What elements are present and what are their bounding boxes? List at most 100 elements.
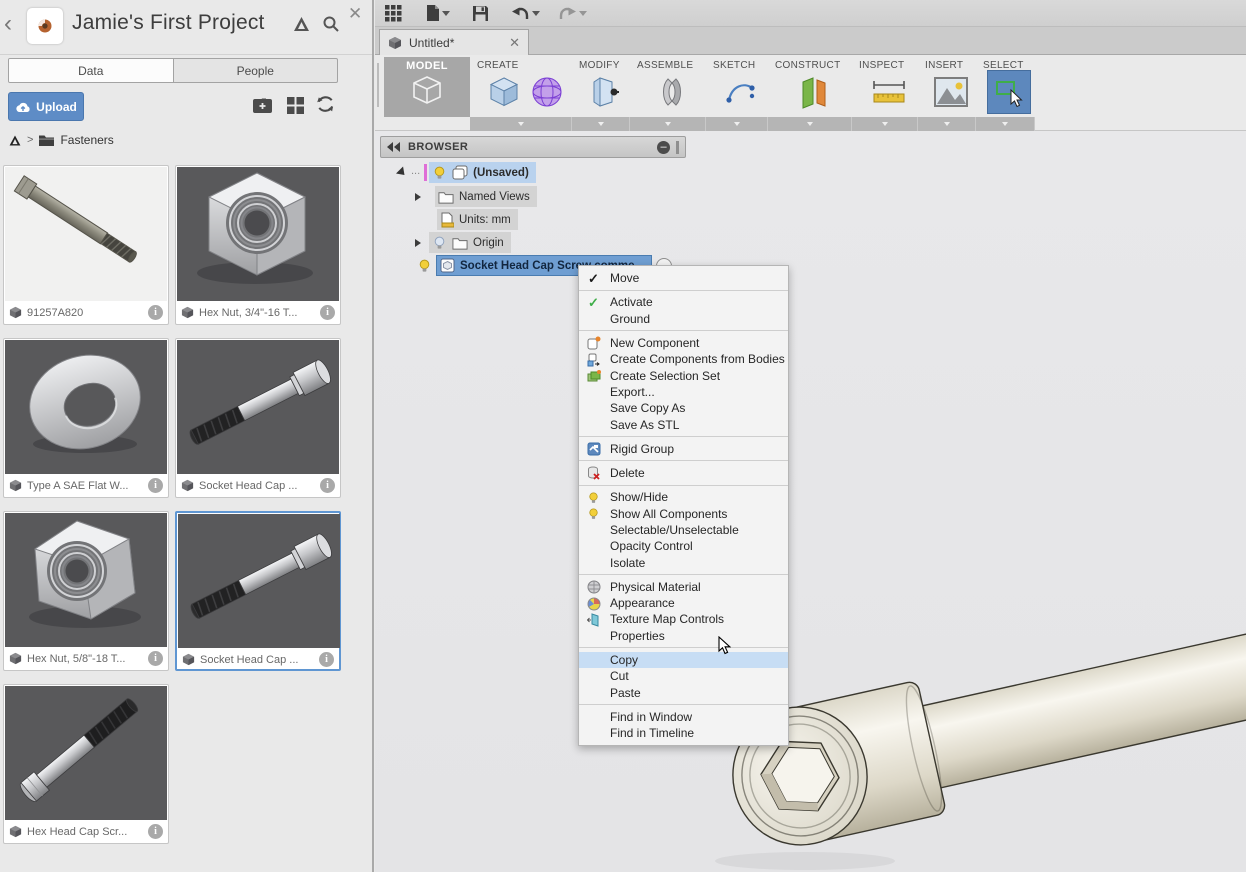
select-dropdown[interactable] (976, 117, 1035, 131)
asset-card-91257A820[interactable]: 91257A820 i (3, 165, 169, 325)
menu-item-ground[interactable]: Ground (579, 311, 788, 327)
menu-item-opacity-control[interactable]: Opacity Control (579, 538, 788, 554)
menu-item-copy[interactable]: Copy (579, 652, 788, 668)
autodesk-a-mark-icon[interactable] (292, 15, 311, 33)
collapsed-triangle-icon[interactable] (415, 193, 421, 201)
refresh-icon[interactable] (315, 94, 336, 115)
menu-item-export[interactable]: Export... (579, 384, 788, 400)
menu-item-save-as-stl[interactable]: Save As STL (579, 416, 788, 432)
named-views-chip[interactable]: Named Views (435, 186, 537, 207)
asset-card-socket-head-1[interactable]: Socket Head Cap ... i (175, 338, 341, 498)
browser-row-units[interactable]: Units: mm (437, 209, 518, 230)
sketch-spline-icon[interactable] (724, 76, 758, 108)
info-icon[interactable]: i (148, 651, 163, 666)
menu-item-rigid-group[interactable]: Rigid Group (579, 441, 788, 457)
measure-icon[interactable] (870, 77, 908, 107)
menu-item-appearance[interactable]: Appearance (579, 595, 788, 611)
browser-grip-handle[interactable] (676, 141, 679, 154)
workspace-switcher-model[interactable]: MODEL (384, 57, 470, 117)
menu-item-show-hide[interactable]: Show/Hide (579, 489, 788, 505)
modify-dropdown[interactable] (572, 117, 630, 131)
menu-item-new-component[interactable]: New Component (579, 335, 788, 351)
construct-dropdown[interactable] (768, 117, 852, 131)
create-sphere-icon[interactable] (530, 75, 564, 109)
card-label-bar: Hex Nut, 3/4"-16 T... i (176, 302, 340, 323)
info-icon[interactable]: i (148, 305, 163, 320)
document-tab-untitled[interactable]: Untitled* ✕ (379, 29, 529, 55)
menu-item-create-selection-set[interactable]: Create Selection Set (579, 367, 788, 383)
collapse-left-icon[interactable] (387, 142, 400, 152)
menu-item-isolate[interactable]: Isolate (579, 554, 788, 570)
sketch-dropdown[interactable] (706, 117, 768, 131)
menu-item-activate[interactable]: ✓ Activate (579, 294, 788, 310)
insert-image-icon[interactable] (933, 76, 969, 108)
browser-panel-header[interactable]: BROWSER – (380, 136, 686, 158)
lightbulb-off-icon[interactable] (432, 235, 447, 251)
browser-row-named-views[interactable]: Named Views (415, 186, 537, 207)
joint-icon[interactable] (654, 75, 690, 109)
grid-view-icon[interactable] (285, 95, 306, 116)
assemble-dropdown[interactable] (630, 117, 706, 131)
lightbulb-icon[interactable] (417, 258, 432, 274)
folder-icon[interactable] (38, 133, 55, 147)
browser-row-origin[interactable]: Origin (415, 232, 511, 253)
redo-button[interactable] (558, 6, 587, 21)
create-dropdown[interactable] (470, 117, 572, 131)
menu-item-selectable-unselectable[interactable]: Selectable/Unselectable (579, 522, 788, 538)
asset-card-flat-washer[interactable]: Type A SAE Flat W... i (3, 338, 169, 498)
component-cube-icon (181, 479, 194, 492)
file-menu[interactable] (426, 4, 450, 22)
panel-close-icon[interactable]: ✕ (348, 4, 362, 24)
menu-item-create-components-from-bodies[interactable]: Create Components from Bodies (579, 351, 788, 367)
select-tool-active[interactable] (987, 70, 1031, 114)
component-cube-icon (181, 306, 194, 319)
root-chip[interactable]: (Unsaved) (429, 162, 536, 183)
browser-collapse-icon[interactable]: – (657, 141, 670, 154)
back-chevron-icon[interactable]: ‹ (4, 12, 12, 36)
construct-plane-icon[interactable] (797, 74, 831, 110)
asset-card-hex-nut-34[interactable]: Hex Nut, 3/4"-16 T... i (175, 165, 341, 325)
menu-item-properties[interactable]: Properties (579, 628, 788, 644)
create-box-icon[interactable] (486, 74, 522, 110)
collapsed-triangle-icon[interactable] (415, 239, 421, 247)
undo-button[interactable] (511, 6, 540, 21)
menu-item-physical-material[interactable]: Physical Material (579, 579, 788, 595)
asset-card-socket-head-2-selected[interactable]: Socket Head Cap ... i (175, 511, 341, 671)
tab-data[interactable]: Data (9, 59, 173, 82)
folder-icon (438, 190, 454, 204)
menu-item-move[interactable]: ✓ Move (579, 270, 788, 286)
upload-button[interactable]: Upload (8, 92, 84, 121)
search-icon[interactable] (322, 15, 340, 33)
info-icon[interactable]: i (320, 305, 335, 320)
info-icon[interactable]: i (319, 652, 334, 667)
lightbulb-icon[interactable] (432, 165, 447, 181)
browser-row-root-unsaved[interactable]: ... (Unsaved) (397, 162, 536, 183)
menu-item-delete[interactable]: Delete (579, 465, 788, 481)
expand-triangle-icon[interactable] (396, 166, 408, 178)
asset-card-hex-nut-58[interactable]: Hex Nut, 5/8"-18 T... i (3, 511, 169, 671)
menu-item-cut[interactable]: Cut (579, 668, 788, 684)
info-icon[interactable]: i (320, 478, 335, 493)
menu-item-paste[interactable]: Paste (579, 685, 788, 701)
menu-item-find-in-timeline[interactable]: Find in Timeline (579, 725, 788, 741)
tab-close-icon[interactable]: ✕ (509, 35, 520, 51)
viewport-canvas[interactable]: BROWSER – ... (Unsaved) Named Views (375, 131, 1246, 872)
inspect-dropdown[interactable] (852, 117, 918, 131)
asset-card-hex-head-cap-screw[interactable]: Hex Head Cap Scr... i (3, 684, 169, 844)
menu-item-show-all-components[interactable]: Show All Components (579, 506, 788, 522)
origin-chip[interactable]: Origin (429, 232, 511, 253)
breadcrumb-root-icon[interactable] (8, 134, 22, 147)
press-pull-icon[interactable] (588, 74, 622, 110)
insert-dropdown[interactable] (918, 117, 976, 131)
units-chip[interactable]: Units: mm (437, 209, 518, 230)
info-icon[interactable]: i (148, 478, 163, 493)
breadcrumb-folder-label[interactable]: Fasteners (60, 133, 113, 147)
menu-item-find-in-window[interactable]: Find in Window (579, 709, 788, 725)
apps-grid-icon[interactable] (385, 5, 402, 22)
menu-item-save-copy-as[interactable]: Save Copy As (579, 400, 788, 416)
tab-people[interactable]: People (173, 59, 338, 82)
new-folder-icon[interactable] (252, 95, 273, 116)
info-icon[interactable]: i (148, 824, 163, 839)
menu-item-texture-map-controls[interactable]: Texture Map Controls (579, 611, 788, 627)
save-icon[interactable] (472, 5, 489, 22)
